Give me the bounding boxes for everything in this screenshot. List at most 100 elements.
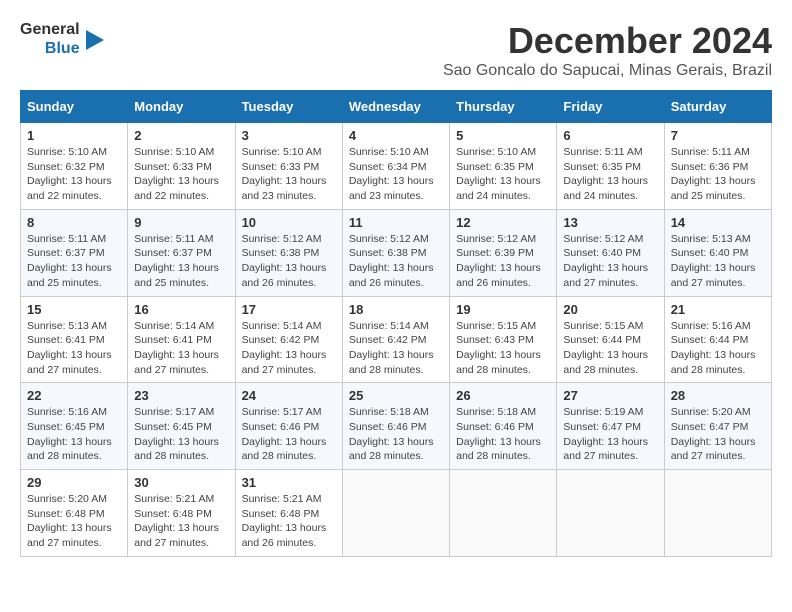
table-row [450,470,557,557]
logo-text-line1: General [20,20,80,39]
logo: General Blue [20,20,104,58]
day-number: 10 [242,215,336,230]
day-info: Sunrise: 5:18 AMSunset: 6:46 PMDaylight:… [456,405,550,464]
day-info: Sunrise: 5:11 AMSunset: 6:36 PMDaylight:… [671,145,765,204]
day-number: 27 [563,388,657,403]
day-number: 26 [456,388,550,403]
day-info: Sunrise: 5:11 AMSunset: 6:35 PMDaylight:… [563,145,657,204]
table-row: 19 Sunrise: 5:15 AMSunset: 6:43 PMDayligh… [450,296,557,383]
table-row: 21Sunrise: 5:16 AMSunset: 6:44 PMDayligh… [664,296,771,383]
day-number: 8 [27,215,121,230]
table-row: 13Sunrise: 5:12 AMSunset: 6:40 PMDayligh… [557,209,664,296]
day-info: Sunrise: 5:10 AMSunset: 6:34 PMDaylight:… [349,145,443,204]
table-row: 9Sunrise: 5:11 AMSunset: 6:37 PMDaylight… [128,209,235,296]
table-row: 12Sunrise: 5:12 AMSunset: 6:39 PMDayligh… [450,209,557,296]
calendar-header-row: SundayMondayTuesdayWednesdayThursdayFrid… [21,91,772,123]
day-info: Sunrise: 5:17 AMSunset: 6:45 PMDaylight:… [134,405,228,464]
header-thursday: Thursday [450,91,557,123]
day-info: Sunrise: 5:18 AMSunset: 6:46 PMDaylight:… [349,405,443,464]
day-number: 29 [27,475,121,490]
table-row: 10 Sunrise: 5:12 AMSunset: 6:38 PMDayligh… [235,209,342,296]
calendar-week-5: 29Sunrise: 5:20 AMSunset: 6:48 PMDayligh… [21,470,772,557]
calendar-table: SundayMondayTuesdayWednesdayThursdayFrid… [20,90,772,557]
table-row: 15Sunrise: 5:13 AMSunset: 6:41 PMDayligh… [21,296,128,383]
day-number: 1 [27,128,121,143]
day-number: 30 [134,475,228,490]
month-title: December 2024 [443,20,772,62]
day-number: 22 [27,388,121,403]
table-row: 20Sunrise: 5:15 AMSunset: 6:44 PMDayligh… [557,296,664,383]
table-row: 23 Sunrise: 5:17 AMSunset: 6:45 PMDayligh… [128,383,235,470]
day-info: Sunrise: 5:10 AMSunset: 6:33 PMDaylight:… [134,145,228,204]
calendar-week-3: 15Sunrise: 5:13 AMSunset: 6:41 PMDayligh… [21,296,772,383]
table-row: 17 Sunrise: 5:14 AMSunset: 6:42 PMDayligh… [235,296,342,383]
table-row [664,470,771,557]
day-info: Sunrise: 5:11 AMSunset: 6:37 PMDaylight:… [134,232,228,291]
day-number: 25 [349,388,443,403]
table-row: 29Sunrise: 5:20 AMSunset: 6:48 PMDayligh… [21,470,128,557]
table-row: 7 Sunrise: 5:11 AMSunset: 6:36 PMDaylight… [664,123,771,210]
day-info: Sunrise: 5:15 AMSunset: 6:43 PMDaylight:… [456,319,550,378]
day-number: 15 [27,302,121,317]
day-number: 4 [349,128,443,143]
day-number: 24 [242,388,336,403]
day-info: Sunrise: 5:12 AMSunset: 6:38 PMDaylight:… [242,232,336,291]
table-row: 24 Sunrise: 5:17 AMSunset: 6:46 PMDayligh… [235,383,342,470]
day-info: Sunrise: 5:14 AMSunset: 6:42 PMDaylight:… [242,319,336,378]
header-monday: Monday [128,91,235,123]
day-info: Sunrise: 5:19 AMSunset: 6:47 PMDaylight:… [563,405,657,464]
day-info: Sunrise: 5:17 AMSunset: 6:46 PMDaylight:… [242,405,336,464]
table-row: 8Sunrise: 5:11 AMSunset: 6:37 PMDaylight… [21,209,128,296]
day-number: 7 [671,128,765,143]
table-row: 16 Sunrise: 5:14 AMSunset: 6:41 PMDayligh… [128,296,235,383]
table-row [557,470,664,557]
day-info: Sunrise: 5:10 AMSunset: 6:35 PMDaylight:… [456,145,550,204]
table-row: 18Sunrise: 5:14 AMSunset: 6:42 PMDayligh… [342,296,449,383]
day-number: 19 [456,302,550,317]
table-row: 31 Sunrise: 5:21 AMSunset: 6:48 PMDayligh… [235,470,342,557]
day-number: 17 [242,302,336,317]
table-row: 25 Sunrise: 5:18 AMSunset: 6:46 PMDayligh… [342,383,449,470]
day-number: 28 [671,388,765,403]
day-number: 2 [134,128,228,143]
day-info: Sunrise: 5:13 AMSunset: 6:40 PMDaylight:… [671,232,765,291]
day-info: Sunrise: 5:21 AMSunset: 6:48 PMDaylight:… [242,492,336,551]
day-info: Sunrise: 5:12 AMSunset: 6:38 PMDaylight:… [349,232,443,291]
day-info: Sunrise: 5:12 AMSunset: 6:40 PMDaylight:… [563,232,657,291]
day-number: 11 [349,215,443,230]
calendar-week-1: 1 Sunrise: 5:10 AMSunset: 6:32 PMDaylight… [21,123,772,210]
table-row: 2 Sunrise: 5:10 AMSunset: 6:33 PMDaylight… [128,123,235,210]
day-info: Sunrise: 5:14 AMSunset: 6:41 PMDaylight:… [134,319,228,378]
day-info: Sunrise: 5:20 AMSunset: 6:47 PMDaylight:… [671,405,765,464]
day-number: 18 [349,302,443,317]
location-subtitle: Sao Goncalo do Sapucai, Minas Gerais, Br… [443,62,772,80]
table-row: 28 Sunrise: 5:20 AMSunset: 6:47 PMDayligh… [664,383,771,470]
logo-arrow-icon [86,30,104,50]
table-row: 22 Sunrise: 5:16 AMSunset: 6:45 PMDayligh… [21,383,128,470]
table-row: 1 Sunrise: 5:10 AMSunset: 6:32 PMDaylight… [21,123,128,210]
day-number: 16 [134,302,228,317]
header-friday: Friday [557,91,664,123]
day-number: 14 [671,215,765,230]
day-number: 23 [134,388,228,403]
table-row: 4 Sunrise: 5:10 AMSunset: 6:34 PMDaylight… [342,123,449,210]
table-row: 26 Sunrise: 5:18 AMSunset: 6:46 PMDayligh… [450,383,557,470]
table-row: 5 Sunrise: 5:10 AMSunset: 6:35 PMDaylight… [450,123,557,210]
table-row: 27 Sunrise: 5:19 AMSunset: 6:47 PMDayligh… [557,383,664,470]
day-number: 20 [563,302,657,317]
header-saturday: Saturday [664,91,771,123]
table-row: 14 Sunrise: 5:13 AMSunset: 6:40 PMDayligh… [664,209,771,296]
day-number: 6 [563,128,657,143]
header-wednesday: Wednesday [342,91,449,123]
table-row: 6 Sunrise: 5:11 AMSunset: 6:35 PMDaylight… [557,123,664,210]
day-info: Sunrise: 5:10 AMSunset: 6:33 PMDaylight:… [242,145,336,204]
table-row [342,470,449,557]
header-section: General Blue December 2024 Sao Goncalo d… [20,20,772,80]
day-info: Sunrise: 5:10 AMSunset: 6:32 PMDaylight:… [27,145,121,204]
day-number: 31 [242,475,336,490]
day-info: Sunrise: 5:21 AMSunset: 6:48 PMDaylight:… [134,492,228,551]
day-number: 5 [456,128,550,143]
day-info: Sunrise: 5:16 AMSunset: 6:45 PMDaylight:… [27,405,121,464]
calendar-week-2: 8 Sunrise: 5:11 AMSunset: 6:37 PMDaylight… [21,209,772,296]
table-row: 11 Sunrise: 5:12 AMSunset: 6:38 PMDayligh… [342,209,449,296]
